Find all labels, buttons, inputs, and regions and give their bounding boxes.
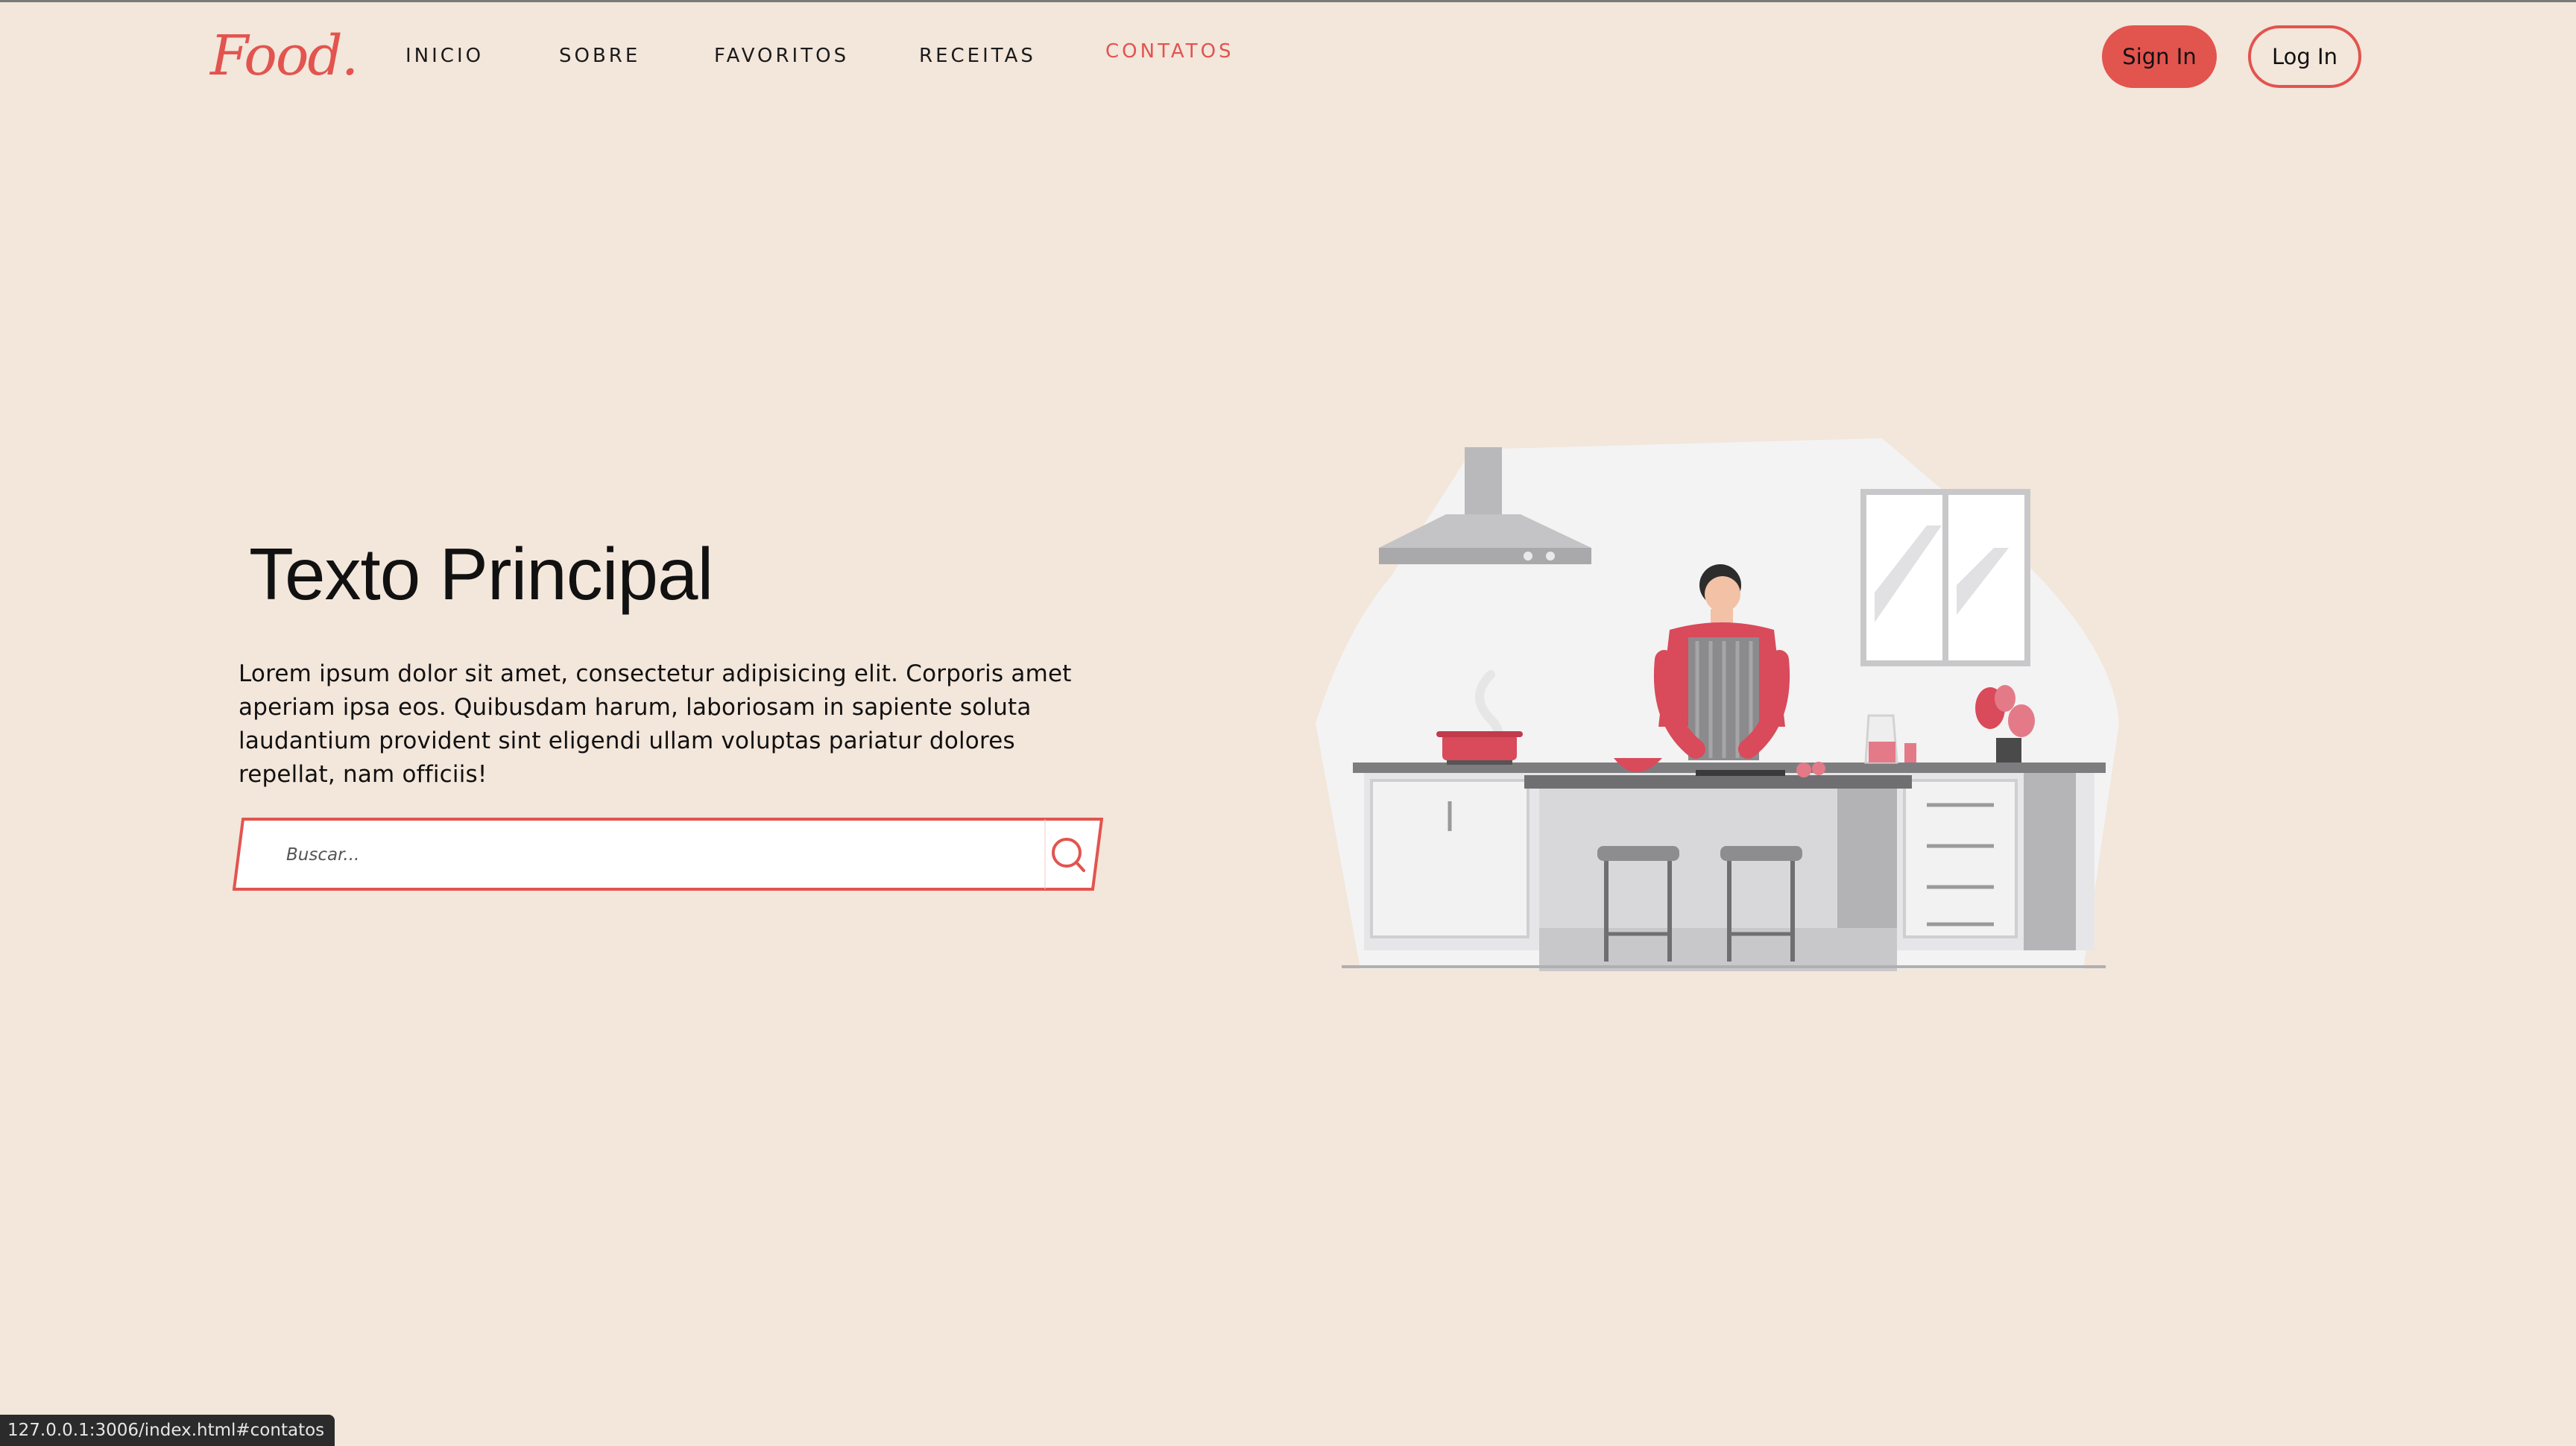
window-top-border	[0, 0, 2576, 2]
search-bar	[233, 817, 1103, 891]
search-input[interactable]	[285, 833, 973, 877]
nav-item-favoritos[interactable]: FAVORITOS	[714, 43, 849, 69]
log-in-button[interactable]: Log In	[2248, 25, 2361, 88]
brand-logo[interactable]: Food.	[210, 22, 359, 89]
nav-item-sobre[interactable]: SOBRE	[559, 43, 640, 69]
nav-item-inicio[interactable]: INICIO	[405, 43, 484, 69]
hero-title: Texto Principal	[249, 533, 713, 615]
hero-description: Lorem ipsum dolor sit amet, consectetur …	[239, 660, 1072, 788]
search-button[interactable]	[1046, 833, 1090, 877]
sign-in-button[interactable]: Sign In	[2102, 25, 2217, 88]
chef-kitchen-illustration	[1316, 438, 2119, 971]
status-bar-url: 127.0.0.1:3006/index.html#contatos	[0, 1415, 335, 1446]
nav-item-contatos[interactable]: CONTATOS	[1105, 39, 1234, 64]
nav-item-receitas[interactable]: RECEITAS	[919, 43, 1036, 69]
search-icon	[1052, 838, 1085, 872]
